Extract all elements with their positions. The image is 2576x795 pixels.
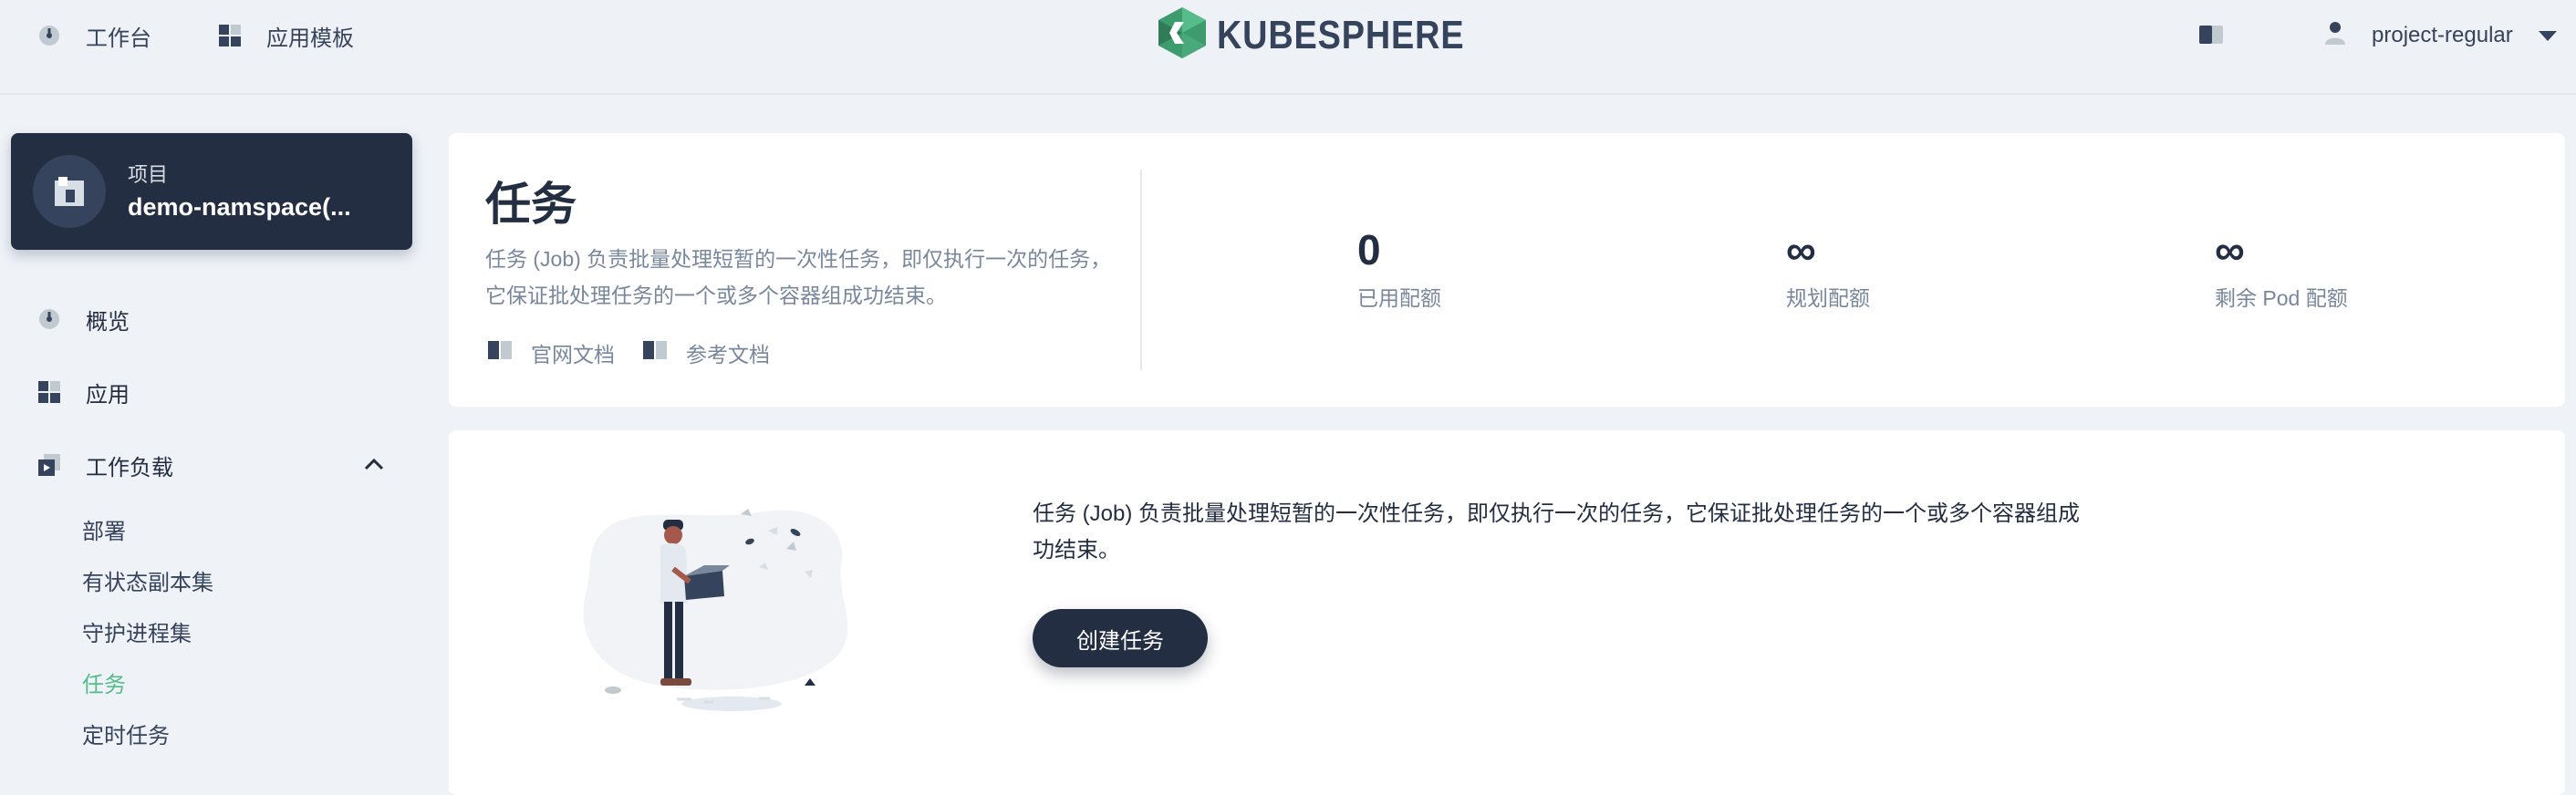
sidebar-item-overview[interactable]: 概览 xyxy=(36,301,130,337)
chevron-up-icon[interactable] xyxy=(363,454,385,479)
sidebar-item-overview-label: 概览 xyxy=(86,309,130,335)
project-card[interactable]: 项目 demo-namspace(... xyxy=(11,133,412,250)
header-divider xyxy=(1140,170,1142,370)
nav-app-templates[interactable]: 应用模板 xyxy=(217,16,354,55)
sidebar-toggle-icon[interactable] xyxy=(2198,24,2224,50)
user-icon xyxy=(2324,21,2346,51)
project-name: demo-namspace(... xyxy=(128,193,351,221)
project-type-label: 项目 xyxy=(128,163,169,186)
project-icon xyxy=(33,155,106,228)
reference-docs-label: 参考文档 xyxy=(686,343,770,367)
official-docs-link[interactable]: 官网文档 xyxy=(487,337,615,368)
logo-text: KUBESPHERE xyxy=(1217,12,1465,57)
username: project-regular xyxy=(2372,23,2513,47)
sidebar-item-jobs[interactable]: 任务 xyxy=(82,666,126,698)
nav-workbench[interactable]: 工作台 xyxy=(36,16,151,55)
apps-icon xyxy=(36,379,62,405)
quota-used: 0 已用配额 xyxy=(1357,224,1441,312)
official-docs-label: 官网文档 xyxy=(531,343,615,367)
sidebar-item-apps-label: 应用 xyxy=(86,382,130,408)
quota-planned-label: 规划配额 xyxy=(1786,286,1870,310)
top-navbar: 工作台 应用模板 KUBESPHERE project-regular xyxy=(0,0,2576,95)
caret-down-icon xyxy=(2538,30,2557,41)
sidebar-item-apps[interactable]: 应用 xyxy=(36,374,130,410)
page-description: 任务 (Job) 负责批量处理短暂的一次性任务，即仅执行一次的任务，它保证批处理… xyxy=(485,247,1112,307)
app-template-icon xyxy=(217,23,243,48)
sidebar-item-workloads[interactable]: 工作负载 xyxy=(36,447,173,483)
document-icon xyxy=(642,340,668,366)
workload-icon xyxy=(36,452,62,478)
page-header-card: 任务 任务 (Job) 负责批量处理短暂的一次性任务，即仅执行一次的任务，它保证… xyxy=(449,133,2565,407)
nav-app-templates-label: 应用模板 xyxy=(266,26,354,51)
nav-workbench-label: 工作台 xyxy=(86,26,151,51)
quota-planned: ∞ 规划配额 xyxy=(1786,224,1870,312)
sidebar-item-deployments[interactable]: 部署 xyxy=(82,513,126,545)
quota-used-label: 已用配额 xyxy=(1357,286,1441,310)
empty-box-illustration xyxy=(576,485,868,727)
sidebar-item-workloads-label: 工作负载 xyxy=(86,455,173,480)
kubesphere-logo-icon xyxy=(1157,5,1208,65)
create-job-button[interactable]: 创建任务 xyxy=(1033,609,1208,667)
sidebar-item-daemonsets[interactable]: 守护进程集 xyxy=(82,615,192,647)
reference-docs-link[interactable]: 参考文档 xyxy=(642,337,770,368)
page-title: 任务 xyxy=(485,179,576,230)
kubesphere-logo[interactable]: KUBESPHERE xyxy=(1157,5,1505,65)
dashboard-icon xyxy=(36,23,62,48)
empty-state-card: 任务 (Job) 负责批量处理短暂的一次性任务，即仅执行一次的任务，它保证批处理… xyxy=(449,430,2565,795)
document-icon xyxy=(487,340,513,366)
sidebar-item-cronjobs[interactable]: 定时任务 xyxy=(82,718,170,749)
sidebar-item-statefulsets[interactable]: 有状态副本集 xyxy=(82,564,213,596)
quota-used-value: 0 xyxy=(1357,226,1381,274)
quota-remaining: ∞ 剩余 Pod 配额 xyxy=(2215,224,2348,312)
user-menu[interactable]: project-regular xyxy=(2324,16,2557,55)
quota-remaining-label: 剩余 Pod 配额 xyxy=(2215,286,2348,310)
empty-state-description: 任务 (Job) 负责批量处理短暂的一次性任务，即仅执行一次的任务，它保证批处理… xyxy=(1033,501,2081,563)
overview-icon xyxy=(36,306,62,332)
quota-remaining-value: ∞ xyxy=(2215,226,2245,274)
quota-planned-value: ∞ xyxy=(1786,226,1816,274)
